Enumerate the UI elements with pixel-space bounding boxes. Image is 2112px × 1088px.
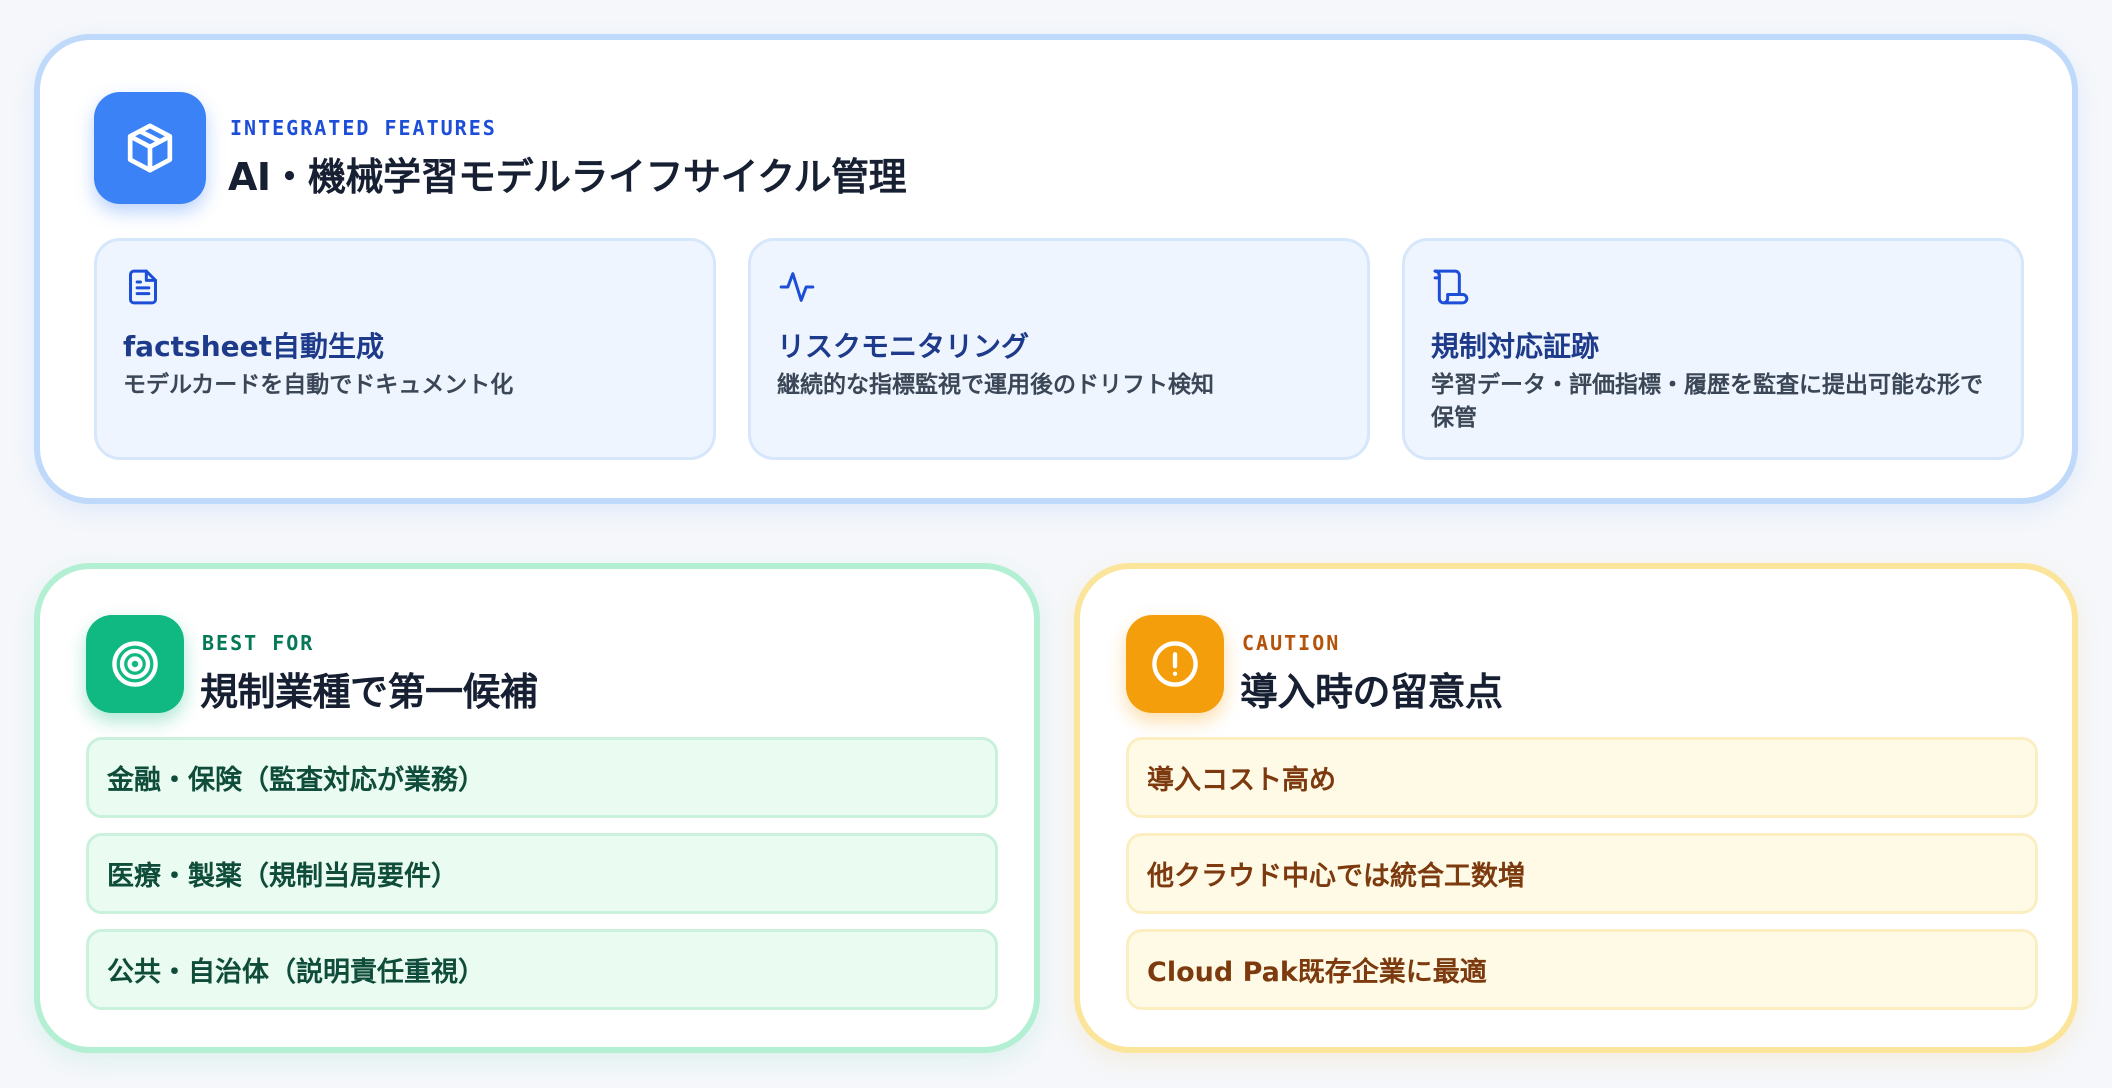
best-for-title: 規制業種で第一候補 (200, 670, 538, 714)
best-for-badge (86, 615, 184, 713)
feature-title: 規制対応証跡 (1431, 330, 1600, 363)
best-for-item: 金融・保険（監査対応が業務） (86, 737, 998, 818)
features-title: AI・機械学習モデルライフサイクル管理 (228, 155, 907, 199)
best-for-card: BEST FOR 規制業種で第一候補 金融・保険（監査対応が業務） 医療・製薬（… (34, 563, 1040, 1053)
activity-icon (779, 272, 815, 302)
features-eyebrow: INTEGRATED FEATURES (230, 116, 497, 140)
best-for-eyebrow: BEST FOR (202, 631, 315, 655)
integrated-features-card: INTEGRATED FEATURES AI・機械学習モデルライフサイクル管理 … (34, 34, 2078, 504)
feature-description: 継続的な指標監視で運用後のドリフト検知 (777, 372, 1214, 398)
best-for-item: 医療・製薬（規制当局要件） (86, 833, 998, 914)
caution-eyebrow: CAUTION (1242, 631, 1341, 655)
caution-item: 他クラウド中心では統合工数増 (1126, 833, 2038, 914)
feature-card-risk-monitoring: リスクモニタリング 継続的な指標監視で運用後のドリフト検知 (748, 238, 1370, 460)
caution-item: 導入コスト高め (1126, 737, 2038, 818)
document-icon (129, 269, 157, 305)
feature-card-compliance-trail: 規制対応証跡 学習データ・評価指標・履歴を監査に提出可能な形で保管 (1402, 238, 2024, 460)
feature-description: 学習データ・評価指標・履歴を監査に提出可能な形で保管 (1431, 372, 1983, 431)
caution-title: 導入時の留意点 (1240, 670, 1503, 714)
feature-card-factsheet: factsheet自動生成 モデルカードを自動でドキュメント化 (94, 238, 716, 460)
feature-title: factsheet自動生成 (123, 330, 385, 363)
caution-card: CAUTION 導入時の留意点 導入コスト高め 他クラウド中心では統合工数増 C… (1074, 563, 2078, 1053)
feature-description: モデルカードを自動でドキュメント化 (123, 372, 514, 398)
caution-badge (1126, 615, 1224, 713)
feature-title: リスクモニタリング (777, 330, 1030, 363)
caution-item: Cloud Pak既存企業に最適 (1126, 929, 2038, 1010)
scroll-icon (1433, 269, 1469, 305)
alert-circle-icon (1152, 641, 1198, 687)
best-for-item: 公共・自治体（説明責任重視） (86, 929, 998, 1010)
target-icon (112, 641, 158, 687)
features-badge (94, 92, 206, 204)
package-icon (127, 123, 173, 173)
